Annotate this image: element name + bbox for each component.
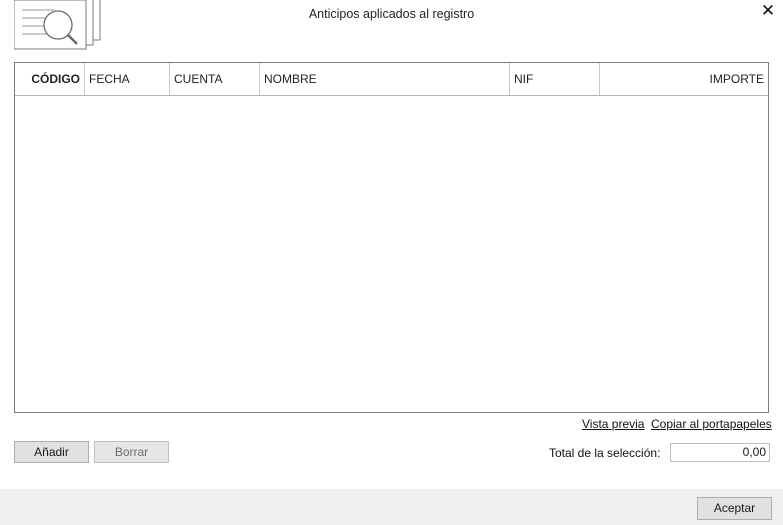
column-header-cuenta[interactable]: CUENTA (170, 63, 260, 95)
column-header-fecha[interactable]: FECHA (85, 63, 170, 95)
dialog-title: Anticipos aplicados al registro (308, 7, 475, 21)
selection-total-label: Total de la selección: (549, 446, 661, 460)
table-header: CÓDIGO FECHA CUENTA NOMBRE NIF IMPORTE (15, 63, 768, 96)
dialog-footer (0, 489, 783, 525)
column-header-nif[interactable]: NIF (510, 63, 600, 95)
add-button[interactable]: Añadir (14, 441, 89, 463)
column-header-importe[interactable]: IMPORTE (600, 63, 768, 95)
selection-total-field: 0,00 (670, 443, 770, 462)
column-header-codigo[interactable]: CÓDIGO (15, 63, 85, 95)
preview-link[interactable]: Vista previa (582, 417, 644, 431)
column-header-nombre[interactable]: NOMBRE (260, 63, 510, 95)
close-icon[interactable]: ✕ (759, 2, 777, 20)
delete-button[interactable]: Borrar (94, 441, 169, 463)
copy-to-clipboard-link[interactable]: Copiar al portapapeles (651, 417, 772, 431)
advances-table[interactable]: CÓDIGO FECHA CUENTA NOMBRE NIF IMPORTE (14, 62, 769, 413)
accept-button[interactable]: Aceptar (697, 497, 772, 520)
